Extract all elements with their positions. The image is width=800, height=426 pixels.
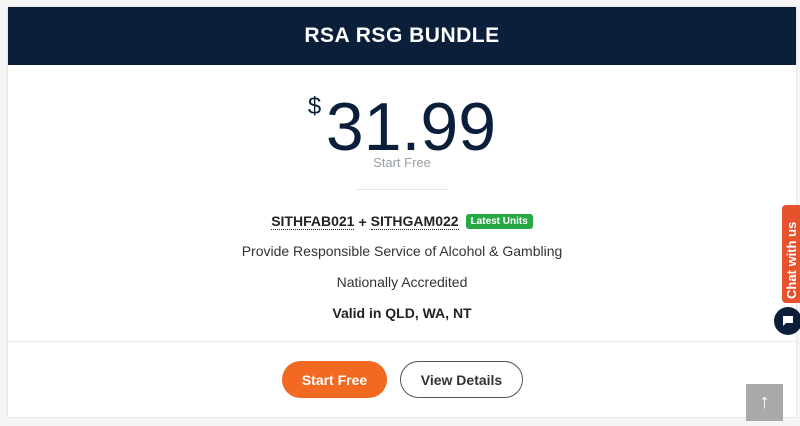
view-details-button[interactable]: View Details bbox=[400, 361, 523, 398]
unit-codes: SITHFAB021 + SITHGAM022 Latest Units bbox=[8, 213, 796, 230]
price-subtitle: Start Free bbox=[373, 155, 431, 170]
card-header: RSA RSG BUNDLE bbox=[8, 7, 796, 65]
price-block: $ 31.99 bbox=[8, 93, 796, 161]
unit-code-1[interactable]: SITHFAB021 bbox=[271, 213, 355, 230]
price-amount: 31.99 bbox=[325, 89, 497, 165]
unit-code-2[interactable]: SITHGAM022 bbox=[370, 213, 459, 230]
arrow-up-icon: ↑ bbox=[759, 391, 770, 413]
feature-text: Provide Responsible Service of Alcohol &… bbox=[241, 243, 563, 259]
footer-divider bbox=[8, 341, 796, 342]
card-title: RSA RSG BUNDLE bbox=[304, 24, 500, 47]
chat-tab[interactable]: Chat with us bbox=[782, 205, 800, 303]
currency-symbol: $ bbox=[307, 93, 322, 120]
latest-units-badge: Latest Units bbox=[465, 214, 533, 229]
price: $ 31.99 bbox=[308, 93, 496, 161]
unit-separator: + bbox=[358, 213, 367, 230]
chat-tab-label: Chat with us bbox=[784, 221, 799, 299]
start-free-button[interactable]: Start Free bbox=[282, 361, 387, 398]
product-card: RSA RSG BUNDLE $ 31.99 Start Free SITHFA… bbox=[7, 6, 797, 418]
divider bbox=[356, 189, 448, 190]
scroll-to-top-button[interactable]: ↑ bbox=[746, 384, 783, 421]
chat-bubble-button[interactable] bbox=[774, 307, 800, 335]
feature-text: Nationally Accredited bbox=[336, 274, 468, 290]
chat-icon bbox=[783, 316, 793, 326]
feature-text: Valid in QLD, WA, NT bbox=[332, 305, 472, 321]
